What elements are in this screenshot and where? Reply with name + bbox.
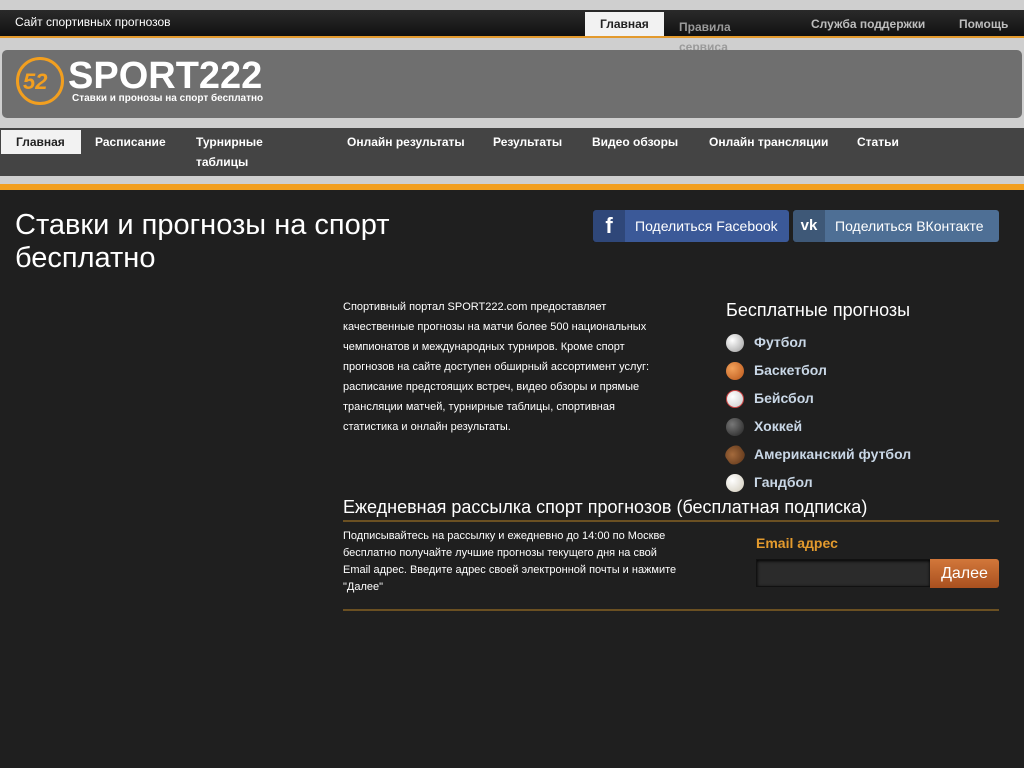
hockey-puck-icon — [726, 418, 744, 436]
main-nav-live-results[interactable]: Онлайн результаты — [347, 132, 465, 152]
main-nav-results[interactable]: Результаты — [493, 132, 562, 152]
site-title: Сайт спортивных прогнозов — [15, 15, 171, 29]
main-nav-video-reviews[interactable]: Видео обзоры — [592, 132, 678, 152]
email-input[interactable] — [756, 559, 931, 587]
email-label: Email адрес — [756, 535, 838, 551]
main-nav-bottom-border — [0, 176, 1024, 184]
newsletter-title: Ежедневная рассылка спорт прогнозов (бес… — [343, 497, 868, 517]
share-facebook-button[interactable]: f Поделиться Facebook — [593, 210, 789, 242]
newsletter-divider-top — [343, 520, 999, 522]
main-nav-top-border — [0, 120, 1024, 128]
top-nav-rules[interactable]: Правила сервиса — [679, 17, 749, 54]
share-facebook-label: Поделиться Facebook — [635, 218, 778, 234]
main-nav-accent — [0, 184, 1024, 190]
baseball-icon — [726, 390, 744, 408]
sport-label: Хоккей — [754, 418, 803, 434]
sport-label: Футбол — [754, 334, 807, 350]
logo-text[interactable]: SPORT222 — [68, 55, 262, 98]
page-title: Ставки и прогнозы на спорт бесплатно — [15, 209, 390, 274]
basketball-icon — [726, 362, 744, 380]
share-vk-button[interactable]: vk Поделиться ВКонтакте — [793, 210, 999, 242]
main-nav-live-streams[interactable]: Онлайн трансляции — [709, 132, 828, 152]
american-football-icon — [722, 442, 748, 468]
vk-icon: vk — [793, 210, 825, 242]
top-nav-support[interactable]: Служба поддержки — [811, 17, 925, 41]
soccer-ball-icon — [726, 334, 744, 352]
sport-label: Баскетбол — [754, 362, 827, 378]
newsletter-divider-bottom — [343, 609, 999, 611]
top-nav-help[interactable]: Помощь — [959, 17, 1008, 41]
free-predictions-title: Бесплатные прогнозы — [726, 300, 911, 320]
main-nav-home[interactable]: Главная — [1, 130, 81, 154]
logo-mark-text: 52 — [23, 69, 48, 94]
main-nav-schedule[interactable]: Расписание — [95, 132, 166, 152]
top-strip — [0, 0, 1024, 10]
facebook-icon: f — [593, 210, 625, 242]
share-vk-label: Поделиться ВКонтакте — [835, 218, 984, 234]
site-description: Спортивный портал SPORT222.com предостав… — [343, 301, 650, 433]
sport-label: Американский футбол — [754, 446, 912, 462]
sport-label: Бейсбол — [754, 390, 814, 406]
main-nav-tables[interactable]: Турнирные таблицы — [196, 132, 286, 172]
newsletter-text: Подписывайтесь на рассылку и ежедневно д… — [343, 530, 677, 593]
sport-label: Гандбол — [754, 474, 813, 490]
logo-mark[interactable]: 52 — [16, 57, 64, 105]
main-nav-articles[interactable]: Статьи — [857, 132, 899, 152]
handball-icon — [726, 474, 744, 492]
top-nav-home[interactable]: Главная — [585, 12, 664, 36]
submit-button[interactable]: Далее — [930, 559, 999, 588]
logo-tagline: Ставки и пронозы на спорт бесплатно — [72, 93, 264, 104]
